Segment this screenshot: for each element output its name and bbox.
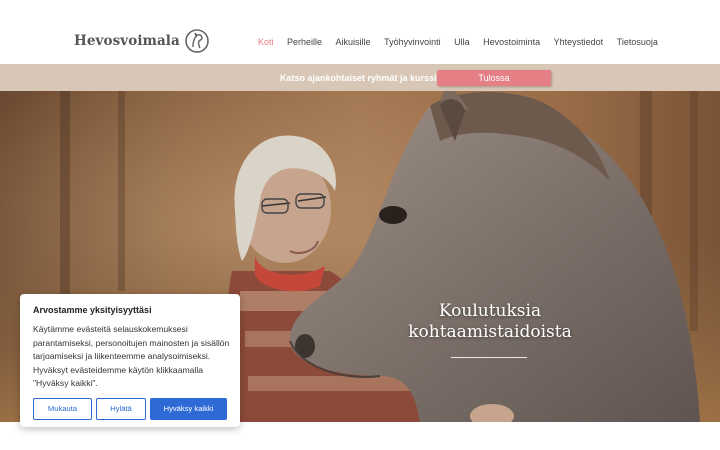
nav-item-koti[interactable]: Koti [258, 37, 274, 47]
tulossa-button[interactable]: Tulossa [437, 70, 551, 86]
cookie-consent-dialog: Arvostamme yksityisyyttäsi Käytämme eväs… [20, 294, 240, 427]
hero-title: Koulutuksia kohtaamistaidoista [400, 301, 580, 343]
hero-divider [451, 357, 527, 358]
accept-all-button[interactable]: Hyväksy kaikki [150, 398, 227, 420]
hero-title-line1: Koulutuksia [438, 301, 542, 321]
nav-item-aikuisille[interactable]: Aikuisille [336, 37, 371, 47]
customize-button[interactable]: Mukauta [33, 398, 92, 420]
site-header: Hevosvoimala Koti Perheille Aikuisille T… [0, 0, 720, 64]
horse-head-icon [185, 29, 209, 53]
nav-item-yhteystiedot[interactable]: Yhteystiedot [554, 37, 604, 47]
cookie-title: Arvostamme yksityisyyttäsi [33, 305, 152, 315]
announcement-text: Katso ajankohtaiset ryhmät ja kurssit: [280, 73, 443, 83]
logo-text: Hevosvoimala [74, 33, 180, 49]
cookie-body: Käytämme evästeitä selauskokemuksesi par… [33, 324, 230, 389]
reject-button[interactable]: Hylätä [96, 398, 146, 420]
main-nav: Koti Perheille Aikuisille Työhyvinvointi… [258, 37, 671, 47]
hero-title-line2: kohtaamistaidoista [408, 322, 572, 342]
nav-item-tyohyvinvointi[interactable]: Työhyvinvointi [384, 37, 441, 47]
nav-item-tietosuoja[interactable]: Tietosuoja [617, 37, 658, 47]
nav-item-hevostoiminta[interactable]: Hevostoiminta [483, 37, 540, 47]
nav-item-ulla[interactable]: Ulla [454, 37, 470, 47]
site-logo[interactable]: Hevosvoimala [74, 28, 210, 54]
nav-item-perheille[interactable]: Perheille [287, 37, 322, 47]
announcement-bar: Katso ajankohtaiset ryhmät ja kurssit: [0, 64, 720, 91]
